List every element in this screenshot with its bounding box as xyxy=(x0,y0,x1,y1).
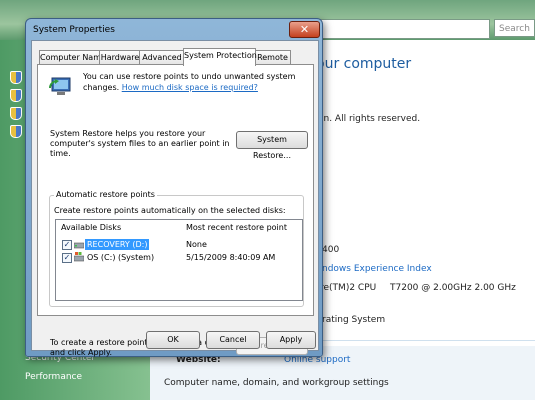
system-protection-panel: You can use restore points to undo unwan… xyxy=(37,64,314,357)
apply-button[interactable]: Apply xyxy=(266,331,316,349)
group-label: Automatic restore points xyxy=(54,190,157,199)
drive-icon xyxy=(74,242,84,249)
dialog-body: Computer Name Hardware Advanced System P… xyxy=(31,40,319,357)
info-text: You can use restore points to undo unwan… xyxy=(83,71,308,93)
disk-name: OS (C:) (System) xyxy=(87,253,155,262)
disk-row-os[interactable]: ✓ OS (C:) (System) 5/15/2009 8:40:09 AM xyxy=(58,252,298,264)
disk-name: RECOVERY (D:) xyxy=(85,239,150,250)
shield-icon xyxy=(10,71,22,84)
disk-restore-point: None xyxy=(186,240,207,249)
shield-icon xyxy=(10,125,22,138)
close-icon: ✕ xyxy=(299,23,310,36)
tab-hardware[interactable]: Hardware xyxy=(99,50,141,65)
system-restore-button[interactable]: System Restore... xyxy=(236,131,308,160)
system-properties-dialog: System Properties ✕ Computer Name Hardwa… xyxy=(25,18,323,357)
shield-icon xyxy=(10,89,22,102)
rating-value: 400 xyxy=(322,245,340,255)
shield-icon xyxy=(10,107,22,120)
column-header-restore-point[interactable]: Most recent restore point xyxy=(186,223,287,232)
processor-model: T7200 @ 2.00GHz 2.00 GHz xyxy=(390,283,516,293)
disk-row-recovery[interactable]: ✓ RECOVERY (D:) None xyxy=(58,239,298,251)
cancel-button[interactable]: Cancel xyxy=(206,331,260,349)
disk-list[interactable]: Available Disks Most recent restore poin… xyxy=(55,219,303,301)
wei-link[interactable]: ndows Experience Index xyxy=(322,264,432,274)
disk-checkbox[interactable]: ✓ xyxy=(62,240,72,250)
tab-computer-name[interactable]: Computer Name xyxy=(39,50,106,65)
disk-space-link[interactable]: How much disk space is required? xyxy=(122,83,258,92)
system-restore-icon xyxy=(49,77,71,95)
page-heading: our computer xyxy=(316,56,412,72)
tab-advanced[interactable]: Advanced xyxy=(139,50,185,65)
copyright-text: on. All rights reserved. xyxy=(318,114,421,124)
disk-restore-point: 5/15/2009 8:40:09 AM xyxy=(186,253,276,262)
close-button[interactable]: ✕ xyxy=(289,21,320,38)
group-description: Create restore points automatically on t… xyxy=(54,206,286,215)
system-drive-icon xyxy=(74,252,84,262)
column-header-available-disks[interactable]: Available Disks xyxy=(61,223,121,232)
disk-checkbox[interactable]: ✓ xyxy=(62,253,72,263)
dialog-title: System Properties xyxy=(33,25,115,35)
processor-name: re(TM)2 CPU xyxy=(320,283,377,293)
nav-link-performance[interactable]: Performance xyxy=(25,372,82,382)
search-box[interactable]: Search xyxy=(494,19,535,37)
os-type: rating System xyxy=(322,315,386,325)
address-bar[interactable] xyxy=(318,19,490,39)
restore-description: System Restore helps you restore your co… xyxy=(50,129,230,158)
section-title: Computer name, domain, and workgroup set… xyxy=(164,378,389,388)
ok-button[interactable]: OK xyxy=(146,331,200,349)
tab-system-protection[interactable]: System Protection xyxy=(183,48,257,66)
tab-remote[interactable]: Remote xyxy=(254,50,291,65)
